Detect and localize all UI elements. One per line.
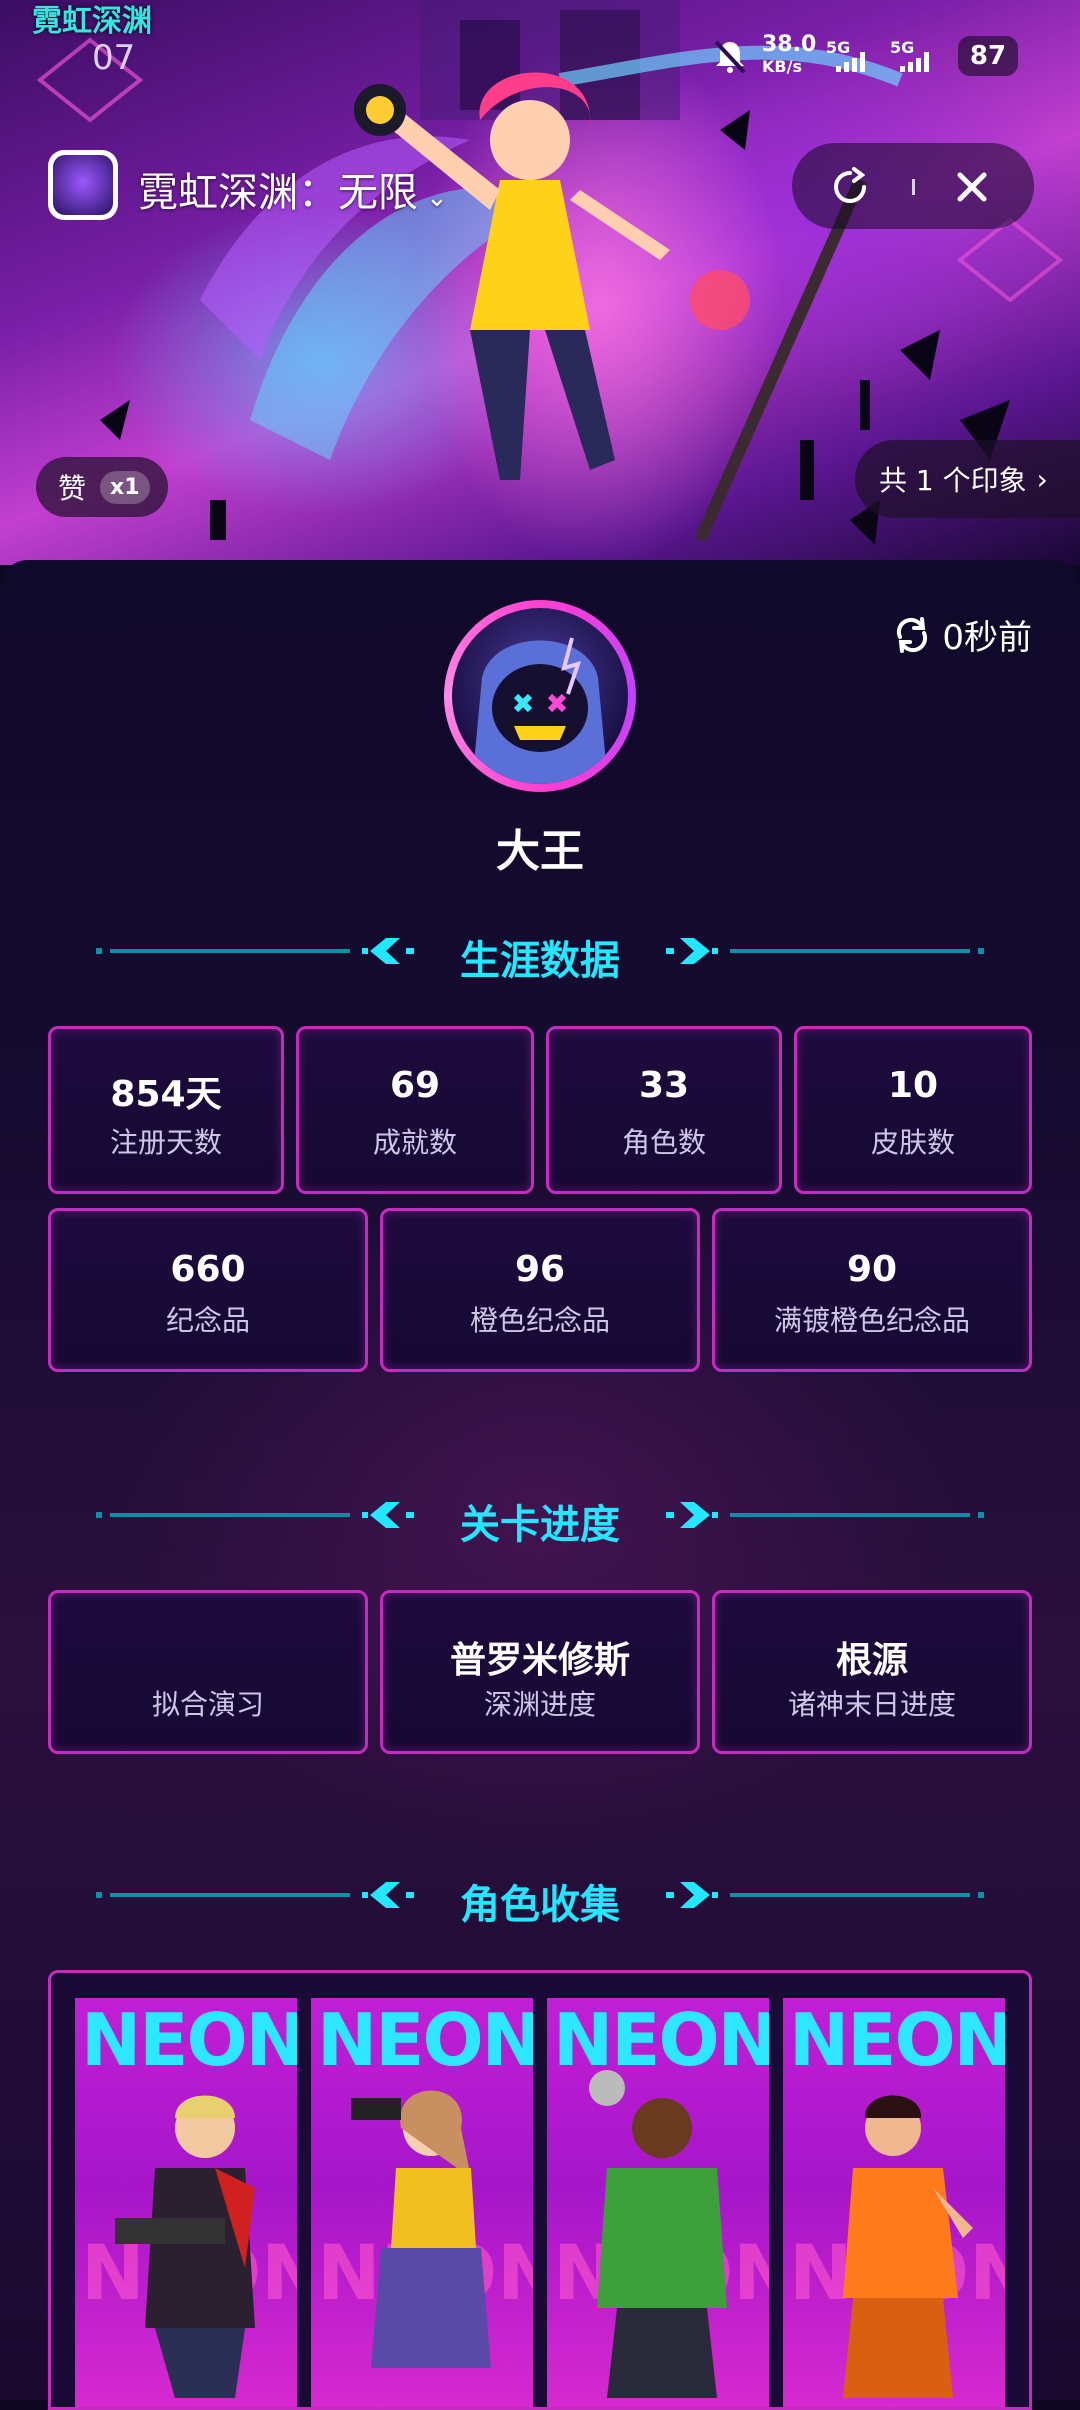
progress-label: 深渊进度	[483, 1688, 596, 1721]
like-count: x1	[100, 470, 150, 504]
app-icon	[48, 150, 118, 220]
stat-label: 纪念品	[165, 1304, 250, 1337]
character-card[interactable]: NEON NEON	[311, 1998, 533, 2407]
refresh-circle-icon	[834, 167, 866, 203]
refresh-button[interactable]	[822, 159, 878, 215]
section-title-progress: 关卡进度	[0, 1484, 1080, 1548]
avatar[interactable]	[444, 600, 636, 792]
section-title-text: 关卡进度	[460, 1502, 620, 1548]
app-title[interactable]: 霓虹深渊：无限 ⌄	[138, 160, 448, 218]
section-title-text: 生涯数据	[460, 938, 620, 984]
progress-card: 拟合演习	[48, 1590, 368, 1754]
stat-value: 854天	[110, 1074, 222, 1115]
stat-label: 注册天数	[109, 1126, 222, 1159]
character-portrait	[115, 2095, 255, 2398]
character-collection: NEON NEON NEON NEON NEON NEON	[48, 1970, 1032, 2410]
banner-artwork: 霓虹深渊 07 38.0 KB/s 5G 5G 87 霓虹深渊：无限 ⌄ 赞 x…	[0, 0, 1080, 565]
progress-label: 拟合演习	[151, 1688, 264, 1721]
game-logo: 霓虹深渊	[32, 4, 152, 39]
impressions-button[interactable]: 共 1 个印象 ›	[855, 440, 1080, 518]
stat-card: 10 皮肤数	[794, 1026, 1032, 1194]
bracket-right-icon	[666, 1882, 718, 1908]
chevron-right-icon: ›	[1036, 462, 1048, 496]
stat-label: 橙色纪念品	[469, 1304, 610, 1337]
refresh-time: 0秒前	[942, 618, 1032, 658]
progress-card: 普罗米修斯 深渊进度	[380, 1590, 700, 1754]
stat-value: 90	[846, 1249, 898, 1290]
stat-card: 96 橙色纪念品	[380, 1208, 700, 1372]
character-card[interactable]: NEON NEON	[75, 1998, 297, 2407]
character-card[interactable]: NEON NEON	[783, 1998, 1005, 2407]
character-card[interactable]: NEON NEON	[547, 1998, 769, 2407]
stat-card: 69 成就数	[296, 1026, 534, 1194]
stat-value: 69	[389, 1065, 441, 1106]
refresh-status[interactable]: 0秒前	[892, 610, 1032, 659]
character-portrait	[843, 2095, 973, 2398]
character-portrait	[351, 2090, 491, 2368]
status-time: 07	[92, 38, 136, 78]
signal-sim1-icon: 5G	[826, 38, 886, 74]
progress-value: 普罗米修斯	[449, 1640, 630, 1681]
section-title-career: 生涯数据	[0, 920, 1080, 984]
progress-card: 根源 诸神末日进度	[712, 1590, 1032, 1754]
impressions-label: 共 1 个印象	[879, 464, 1027, 497]
stat-value: 660	[170, 1249, 246, 1290]
progress-value: 根源	[835, 1640, 908, 1681]
stat-card: 90 满镀橙色纪念品	[712, 1208, 1032, 1372]
capsule-divider	[912, 179, 915, 195]
progress-label: 诸神末日进度	[787, 1688, 956, 1721]
profile-panel: 0秒前 大王 生涯数据 854天 注册天数 69 成就数 33 角色数 10 皮…	[0, 560, 1080, 2410]
stat-card: 33 角色数	[546, 1026, 782, 1194]
character-portrait	[589, 2070, 727, 2398]
bracket-right-icon	[666, 1502, 718, 1528]
network-speed: 38.0 KB/s	[762, 34, 816, 78]
stat-label: 满镀橙色纪念品	[773, 1304, 970, 1337]
mini-program-capsule	[792, 143, 1034, 229]
stat-label: 皮肤数	[870, 1126, 955, 1159]
battery-indicator: 87	[958, 36, 1018, 76]
close-icon	[957, 172, 987, 202]
like-label: 赞	[58, 472, 87, 505]
stat-value: 10	[887, 1065, 939, 1106]
section-title-characters: 角色收集	[0, 1864, 1080, 1928]
signal-sim2-icon: 5G	[890, 38, 950, 74]
stat-card: 854天 注册天数	[48, 1026, 284, 1194]
stat-value: 33	[638, 1065, 690, 1106]
status-bar: 霓虹深渊 07 38.0 KB/s 5G 5G 87	[0, 0, 1080, 110]
player-name: 大王	[496, 826, 584, 877]
close-button[interactable]	[944, 159, 1000, 215]
sync-icon	[897, 616, 928, 653]
mute-bell-icon	[714, 40, 746, 74]
network-speed-unit: KB/s	[762, 57, 802, 76]
stat-card: 660 纪念品	[48, 1208, 368, 1372]
section-title-text: 角色收集	[460, 1882, 620, 1928]
stat-value: 96	[514, 1249, 566, 1290]
network-speed-value: 38.0	[762, 32, 817, 57]
stat-label: 角色数	[621, 1126, 706, 1159]
like-button[interactable]: 赞 x1	[36, 457, 168, 517]
app-title-text: 霓虹深渊：无限	[138, 170, 418, 216]
bracket-right-icon	[666, 938, 718, 964]
stat-label: 成就数	[372, 1126, 457, 1159]
avatar-hooded-figure	[472, 637, 608, 784]
chevron-down-icon: ⌄	[426, 183, 448, 213]
